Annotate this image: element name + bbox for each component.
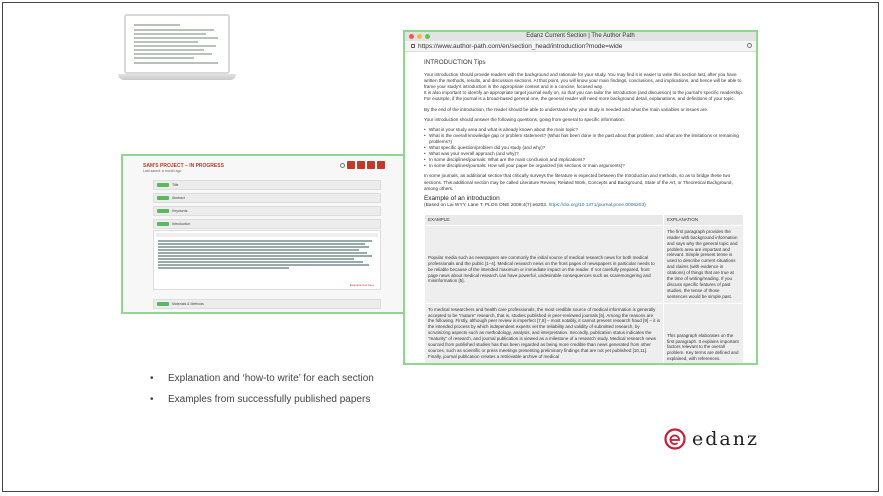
editor-toolbar-icons bbox=[340, 161, 385, 169]
laptop-screen bbox=[124, 14, 230, 74]
search-icon[interactable] bbox=[747, 43, 752, 48]
table-row: To medical researchers and health care p… bbox=[424, 302, 744, 363]
editor-action-button[interactable] bbox=[377, 161, 385, 169]
source-prefix: (Based on Lai WYY, Lane T. PLOS ONE 2009… bbox=[424, 202, 549, 208]
example-cell: To medical researchers and health care p… bbox=[424, 302, 664, 363]
lock-icon bbox=[411, 44, 415, 48]
gear-icon bbox=[340, 162, 345, 168]
editor-action-button[interactable] bbox=[357, 161, 365, 169]
address-bar[interactable]: https://www.author-path.com/en/section_h… bbox=[405, 41, 756, 52]
editor-text-area[interactable]: Example text here bbox=[153, 230, 381, 290]
editor-action-button[interactable] bbox=[367, 161, 375, 169]
literature-paragraph: In some journals, an additional section … bbox=[424, 173, 733, 191]
page-heading: INTRODUCTION Tips bbox=[424, 59, 486, 66]
editor-section-abstract[interactable]: Abstract bbox=[153, 193, 381, 203]
editor-subtitle: Last saved: a month ago bbox=[143, 169, 182, 173]
browser-window: Edanz Current Section | The Author Path … bbox=[403, 30, 758, 365]
edanz-logo: edanz bbox=[664, 428, 759, 450]
editor-section-methods[interactable]: Materials & Methods bbox=[153, 299, 381, 309]
laptop-thumbnail bbox=[118, 14, 236, 82]
intro-paragraph: By the end of the introduction, the read… bbox=[424, 106, 709, 112]
url-text[interactable]: https://www.author-path.com/en/section_h… bbox=[418, 43, 622, 50]
list-item: What is the overall knowledge gap or pro… bbox=[424, 133, 744, 145]
feature-bullets: Explanation and ‘how-to write’ for each … bbox=[150, 368, 400, 410]
editor-action-button[interactable] bbox=[347, 161, 355, 169]
laptop-base bbox=[118, 74, 236, 80]
page-content: INTRODUCTION Tips Your introduction shou… bbox=[405, 52, 756, 363]
editor-screenshot: SAM'S PROJECT – IN PROGRESS Last saved: … bbox=[121, 154, 405, 314]
example-heading: Example of an introduction bbox=[424, 194, 500, 202]
section-label: Introduction bbox=[172, 222, 191, 226]
example-text: Popular media such as newspapers are com… bbox=[428, 254, 655, 284]
status-tag bbox=[157, 209, 169, 213]
status-tag bbox=[157, 222, 169, 226]
bullet-item: Examples from successfully published pap… bbox=[150, 389, 400, 410]
logo-text: edanz bbox=[692, 428, 759, 450]
intro-paragraph: Your introduction should provide readers… bbox=[424, 72, 742, 90]
editor-text-lines bbox=[158, 240, 376, 270]
status-tag bbox=[157, 183, 169, 187]
explanation-cell: The first paragraph provides the reader … bbox=[663, 224, 744, 304]
format-toolbar bbox=[156, 233, 378, 237]
editor-section-keywords[interactable]: Keywords bbox=[153, 206, 381, 216]
explanation-cell: This paragraph elaborates on the first p… bbox=[663, 302, 744, 363]
section-label: Keywords bbox=[172, 209, 188, 213]
example-table: EXAMPLE: EXPLANATION Popular media such … bbox=[424, 213, 744, 363]
source-suffix: ) bbox=[644, 202, 646, 208]
section-label: Materials & Methods bbox=[172, 302, 204, 306]
doi-link[interactable]: https://doi.org/10.1371/journal.pone.000… bbox=[549, 203, 644, 208]
section-label: Title bbox=[172, 183, 179, 187]
window-titlebar: Edanz Current Section | The Author Path bbox=[405, 32, 756, 41]
table-header-example: EXAMPLE: bbox=[424, 213, 664, 226]
editor-section-introduction[interactable]: Introduction bbox=[153, 219, 381, 229]
explanation-text: This paragraph elaborates on the first p… bbox=[667, 332, 739, 362]
table-header-explanation: EXPLANATION bbox=[663, 213, 744, 226]
intro-paragraph: Your introduction should answer the foll… bbox=[424, 116, 625, 122]
editor-example-link[interactable]: Example text here bbox=[350, 283, 374, 287]
question-list: What is your study area and what is alre… bbox=[424, 127, 744, 170]
edanz-logo-icon bbox=[664, 428, 686, 450]
intro-paragraph: It is also important to identify an appr… bbox=[424, 90, 744, 102]
example-source: (Based on Lai WYY, Lane T. PLOS ONE 2009… bbox=[424, 203, 744, 209]
table-row: Popular media such as newspapers are com… bbox=[424, 224, 744, 304]
example-cell: Popular media such as newspapers are com… bbox=[424, 224, 664, 304]
list-item: In some disciplines/journals: How will y… bbox=[424, 163, 744, 169]
section-label: Abstract bbox=[172, 196, 185, 200]
window-title: Edanz Current Section | The Author Path bbox=[526, 33, 635, 39]
status-tag bbox=[157, 196, 169, 200]
status-tag bbox=[157, 302, 169, 306]
editor-section-title[interactable]: Title bbox=[153, 180, 381, 190]
bullet-item: Explanation and ‘how-to write’ for each … bbox=[150, 368, 400, 389]
